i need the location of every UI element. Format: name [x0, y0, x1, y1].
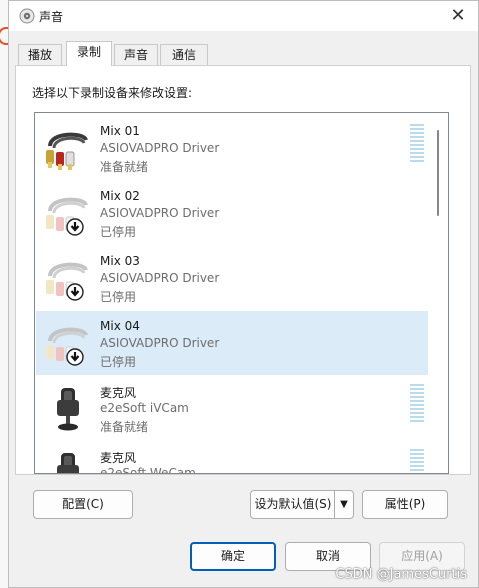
device-row-mix-03[interactable]: Mix 03 ASIOVADPRO Driver 已停用	[36, 246, 428, 310]
ok-button[interactable]: 确定	[190, 542, 276, 571]
device-status: 准备就绪	[100, 420, 149, 434]
speaker-icon	[19, 8, 35, 24]
rca-cable-disabled-icon	[46, 262, 88, 301]
device-driver: ASIOVADPRO Driver	[100, 336, 220, 350]
title-bar: 声音 ✕	[9, 1, 478, 31]
watermark: CSDN @JamesCurtis	[335, 567, 467, 582]
device-name: 麦克风	[100, 386, 137, 400]
recording-panel: 选择以下录制设备来修改设置: Mix 01 ASIOVADPRO Driver …	[15, 65, 471, 475]
recording-device-list: Mix 01 ASIOVADPRO Driver 准备就绪 Mix 02 ASI…	[34, 112, 449, 474]
level-meter	[410, 384, 424, 424]
device-name: Mix 04	[100, 319, 140, 333]
device-status: 已停用	[100, 225, 137, 239]
device-row-mix-02[interactable]: Mix 02 ASIOVADPRO Driver 已停用	[36, 181, 428, 245]
window-title: 声音	[39, 10, 64, 24]
scroll-thumb[interactable]	[437, 130, 439, 216]
device-name: Mix 01	[100, 124, 140, 138]
device-row-mix-01[interactable]: Mix 01 ASIOVADPRO Driver 准备就绪	[36, 116, 428, 180]
device-name: Mix 02	[100, 189, 140, 203]
set-default-split-button[interactable]: 设为默认值(S) ▼	[250, 490, 354, 519]
list-scrollbar[interactable]	[429, 114, 447, 472]
device-status: 已停用	[100, 355, 137, 369]
tab-recording[interactable]: 录制	[66, 41, 112, 66]
sound-dialog: 声音 ✕ 播放 录制 声音 通信 选择以下录制设备来修改设置: Mix 01 A…	[8, 0, 479, 588]
tab-communications[interactable]: 通信	[160, 44, 208, 65]
rca-cable-disabled-icon	[46, 197, 88, 236]
device-row-microphone-wecam[interactable]: 麦克风 e2eSoft WeCam	[36, 441, 428, 474]
device-status: 已停用	[100, 290, 137, 304]
webcam-microphone-icon	[57, 388, 79, 431]
webcam-microphone-icon	[57, 453, 79, 473]
device-driver: e2eSoft iVCam	[100, 401, 189, 415]
tab-playback[interactable]: 播放	[18, 44, 62, 65]
properties-button[interactable]: 属性(P)	[362, 490, 448, 519]
rca-cable-disabled-icon	[46, 327, 88, 366]
chevron-down-icon[interactable]: ▼	[334, 491, 353, 518]
device-driver: ASIOVADPRO Driver	[100, 141, 220, 155]
configure-button[interactable]: 配置(C)	[33, 490, 133, 519]
device-driver: ASIOVADPRO Driver	[100, 271, 220, 285]
level-meter	[410, 124, 424, 164]
rca-cable-icon	[46, 132, 88, 170]
set-default-button[interactable]: 设为默认值(S)	[251, 491, 335, 518]
device-status: 准备就绪	[100, 160, 149, 174]
device-name: 麦克风	[100, 451, 137, 465]
level-meter	[410, 449, 424, 473]
device-name: Mix 03	[100, 254, 140, 268]
device-driver: ASIOVADPRO Driver	[100, 206, 220, 220]
close-button[interactable]: ✕	[444, 3, 472, 29]
instruction-text: 选择以下录制设备来修改设置:	[32, 86, 193, 100]
close-icon: ✕	[450, 5, 466, 26]
tab-sounds[interactable]: 声音	[114, 44, 158, 65]
device-driver: e2eSoft WeCam	[100, 466, 196, 474]
device-row-microphone-ivcam[interactable]: 麦克风 e2eSoft iVCam 准备就绪	[36, 376, 428, 440]
device-row-mix-04[interactable]: Mix 04 ASIOVADPRO Driver 已停用	[36, 311, 428, 375]
